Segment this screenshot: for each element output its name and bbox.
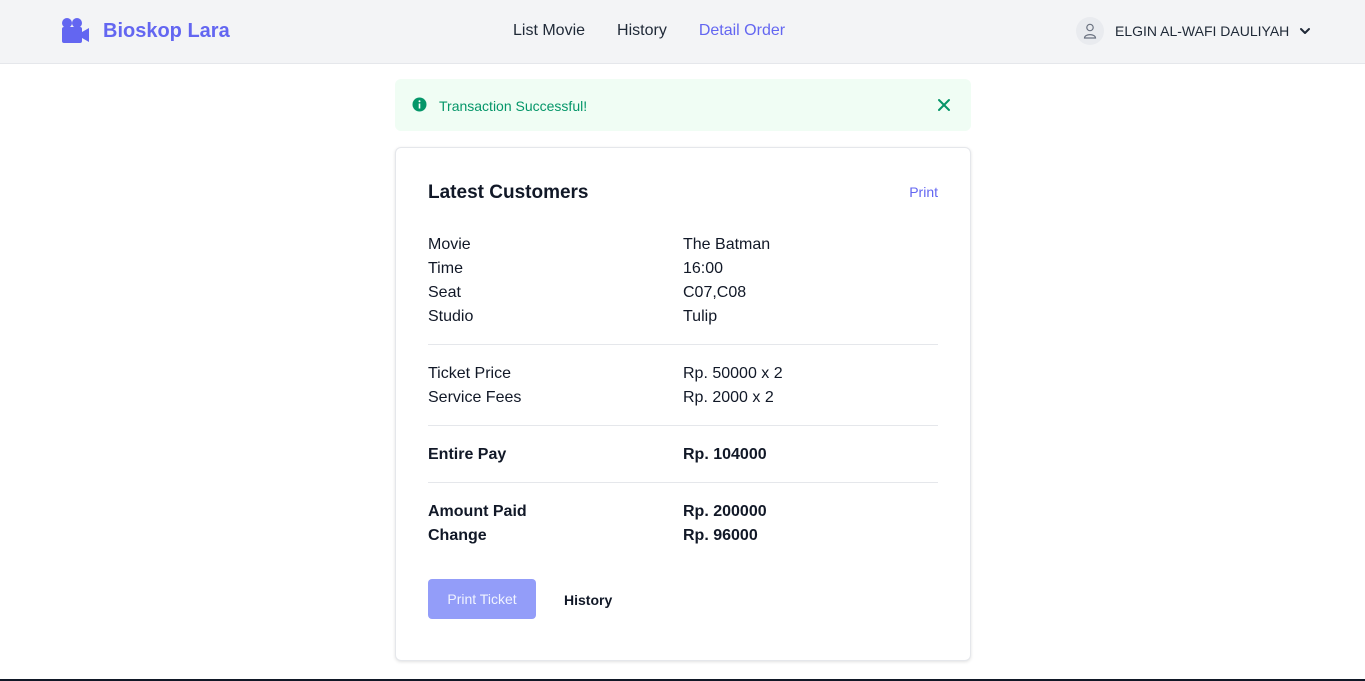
close-icon[interactable] <box>936 97 952 113</box>
detail-label: Seat <box>428 284 461 301</box>
fee-row-ticket-price: Ticket Price Rp. 50000 x 2 <box>428 365 938 389</box>
user-menu[interactable]: ELGIN AL-WAFI DAULIYAH <box>1076 17 1311 45</box>
payment-row-amount-paid: Amount Paid Rp. 200000 <box>428 503 938 527</box>
divider <box>428 425 938 426</box>
payment-label: Change <box>428 527 487 544</box>
history-button[interactable]: History <box>564 592 612 608</box>
alert-message: Transaction Successful! <box>439 98 588 114</box>
video-camera-icon <box>62 18 89 43</box>
nav-link-history[interactable]: History <box>617 22 667 40</box>
fee-label: Service Fees <box>428 389 522 406</box>
detail-label: Movie <box>428 236 471 253</box>
info-circle-icon <box>412 97 427 112</box>
fee-row-service-fees: Service Fees Rp. 2000 x 2 <box>428 389 938 413</box>
detail-value: C07,C08 <box>683 284 747 301</box>
fee-value: Rp. 50000 x 2 <box>683 365 783 382</box>
chevron-down-icon[interactable] <box>1299 25 1311 37</box>
detail-label: Time <box>428 260 463 277</box>
user-name: ELGIN AL-WAFI DAULIYAH <box>1115 23 1290 39</box>
detail-value: 16:00 <box>683 260 724 277</box>
divider <box>428 344 938 345</box>
total-row: Entire Pay Rp. 104000 <box>428 446 938 470</box>
detail-row-studio: Studio Tulip <box>428 308 938 332</box>
brand[interactable]: Bioskop Lara <box>61 17 230 45</box>
detail-label: Studio <box>428 308 474 325</box>
user-avatar <box>1076 17 1104 45</box>
total-value: Rp. 104000 <box>683 446 767 463</box>
divider <box>428 482 938 483</box>
detail-value: Tulip <box>683 308 718 325</box>
payment-value: Rp. 96000 <box>683 527 758 544</box>
fee-label: Ticket Price <box>428 365 511 382</box>
nav-link-list-movie[interactable]: List Movie <box>513 22 585 40</box>
fee-value: Rp. 2000 x 2 <box>683 389 774 406</box>
payment-row-change: Change Rp. 96000 <box>428 527 938 551</box>
total-label: Entire Pay <box>428 446 507 463</box>
main-nav: List Movie History Detail Order <box>513 22 817 40</box>
payment-label: Amount Paid <box>428 503 527 520</box>
user-icon <box>1083 23 1097 39</box>
detail-row-seat: Seat C07,C08 <box>428 284 938 308</box>
card-title: Latest Customers <box>428 182 589 203</box>
navbar: Bioskop Lara List Movie History Detail O… <box>0 0 1365 64</box>
detail-value: The Batman <box>683 236 771 253</box>
nav-link-detail-order[interactable]: Detail Order <box>699 22 785 40</box>
brand-name: Bioskop Lara <box>103 19 230 42</box>
print-link[interactable]: Print <box>909 184 938 200</box>
detail-row-movie: Movie The Batman <box>428 236 938 260</box>
print-ticket-button[interactable]: Print Ticket <box>428 579 536 619</box>
order-detail-card: Latest Customers Print Movie The Batman … <box>395 147 971 661</box>
payment-value: Rp. 200000 <box>683 503 767 520</box>
detail-row-time: Time 16:00 <box>428 260 938 284</box>
success-alert: Transaction Successful! <box>395 79 971 131</box>
